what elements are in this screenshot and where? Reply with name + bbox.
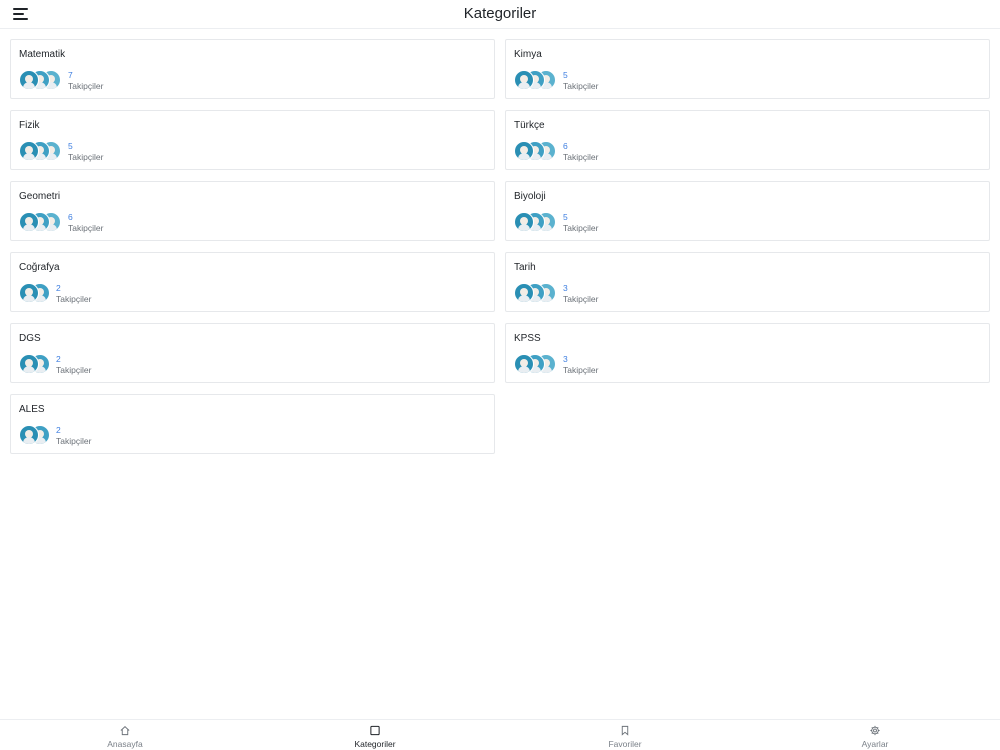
category-card[interactable]: Fizik 5 Takipçiler	[10, 110, 495, 170]
category-title: DGS	[19, 333, 41, 344]
follower-count: 2	[56, 425, 61, 435]
avatar	[514, 70, 534, 90]
follower-avatars	[514, 141, 556, 161]
category-title: Kimya	[514, 49, 542, 60]
follower-count-block: 3 Takipçiler	[563, 354, 598, 376]
category-title: ALES	[19, 404, 45, 415]
follower-avatars	[19, 212, 61, 232]
avatar	[514, 141, 534, 161]
followers-label: Takipçiler	[563, 365, 599, 375]
follower-avatars	[514, 70, 556, 90]
follower-avatars	[514, 283, 556, 303]
follower-count: 3	[563, 354, 568, 364]
tab-ayarlar[interactable]: Ayarlar	[750, 720, 1000, 750]
avatar	[514, 283, 534, 303]
follower-count-block: 6 Takipçiler	[68, 212, 103, 234]
bottom-tab-bar: Anasayfa Kategoriler Favoriler Ayarlar	[0, 719, 1000, 750]
follower-count-block: 2 Takipçiler	[56, 354, 91, 376]
followers-label: Takipçiler	[56, 436, 92, 446]
avatar	[19, 354, 39, 374]
category-title: Matematik	[19, 49, 66, 60]
tab-kategoriler[interactable]: Kategoriler	[250, 720, 500, 750]
category-title: Coğrafya	[19, 262, 60, 273]
follower-count: 7	[68, 70, 73, 80]
followers-label: Takipçiler	[563, 152, 599, 162]
category-card[interactable]: Tarih 3 Takipçiler	[505, 252, 990, 312]
gear-icon	[870, 725, 880, 736]
category-card[interactable]: Coğrafya 2 Takipçiler	[10, 252, 495, 312]
follower-avatars	[514, 212, 556, 232]
app-header: Kategoriler	[0, 0, 1000, 29]
square-icon	[370, 725, 380, 736]
category-card[interactable]: Geometri 6 Takipçiler	[10, 181, 495, 241]
category-grid: Matematik 7 Takipçiler Kimya 5 Takipçiler Fizi…	[10, 39, 990, 454]
category-card[interactable]: KPSS 3 Takipçiler	[505, 323, 990, 383]
avatar	[19, 141, 39, 161]
category-title: Geometri	[19, 191, 61, 202]
category-title: Biyoloji	[514, 191, 546, 202]
tab-anasayfa[interactable]: Anasayfa	[0, 720, 250, 750]
category-card[interactable]: ALES 2 Takipçiler	[10, 394, 495, 454]
follower-count-block: 6 Takipçiler	[563, 141, 598, 163]
follower-avatars	[19, 70, 61, 90]
followers-label: Takipçiler	[56, 365, 92, 375]
category-card[interactable]: Biyoloji 5 Takipçiler	[505, 181, 990, 241]
avatar	[19, 70, 39, 90]
follower-count-block: 2 Takipçiler	[56, 283, 91, 305]
avatar	[19, 283, 39, 303]
followers-label: Takipçiler	[563, 223, 599, 233]
tab-favoriler[interactable]: Favoriler	[500, 720, 750, 750]
category-title: KPSS	[514, 333, 541, 344]
follower-count-block: 3 Takipçiler	[563, 283, 598, 305]
category-title: Tarih	[514, 262, 536, 273]
category-card[interactable]: Kimya 5 Takipçiler	[505, 39, 990, 99]
category-card[interactable]: DGS 2 Takipçiler	[10, 323, 495, 383]
follower-avatars	[19, 354, 50, 374]
followers-label: Takipçiler	[68, 152, 104, 162]
follower-avatars	[19, 425, 50, 445]
avatar	[19, 425, 39, 445]
follower-count: 6	[563, 141, 568, 151]
follower-avatars	[514, 354, 556, 374]
follower-count: 5	[563, 212, 568, 222]
tab-label: Kategoriler	[354, 739, 396, 749]
follower-count-block: 5 Takipçiler	[563, 70, 598, 92]
follower-count: 3	[563, 283, 568, 293]
bookmark-icon	[621, 725, 629, 736]
follower-count: 2	[56, 354, 61, 364]
page-title: Kategoriler	[463, 5, 537, 22]
followers-label: Takipçiler	[56, 294, 92, 304]
category-title: Türkçe	[514, 120, 545, 131]
avatar	[19, 212, 39, 232]
category-card[interactable]: Türkçe 6 Takipçiler	[505, 110, 990, 170]
follower-count-block: 5 Takipçiler	[563, 212, 598, 234]
follower-count: 2	[56, 283, 61, 293]
follower-count-block: 7 Takipçiler	[68, 70, 103, 92]
followers-label: Takipçiler	[68, 81, 104, 91]
followers-label: Takipçiler	[68, 223, 104, 233]
follower-count: 6	[68, 212, 73, 222]
avatar	[514, 354, 534, 374]
followers-label: Takipçiler	[563, 294, 599, 304]
follower-count: 5	[563, 70, 568, 80]
tab-label: Ayarlar	[861, 739, 889, 749]
tab-label: Favoriler	[608, 739, 642, 749]
followers-label: Takipçiler	[563, 81, 599, 91]
category-title: Fizik	[19, 120, 40, 131]
follower-count-block: 2 Takipçiler	[56, 425, 91, 447]
home-icon	[120, 726, 130, 736]
follower-avatars	[19, 283, 50, 303]
follower-avatars	[19, 141, 61, 161]
avatar	[514, 212, 534, 232]
category-card[interactable]: Matematik 7 Takipçiler	[10, 39, 495, 99]
follower-count-block: 5 Takipçiler	[68, 141, 103, 163]
tab-label: Anasayfa	[107, 739, 143, 749]
follower-count: 5	[68, 141, 73, 151]
